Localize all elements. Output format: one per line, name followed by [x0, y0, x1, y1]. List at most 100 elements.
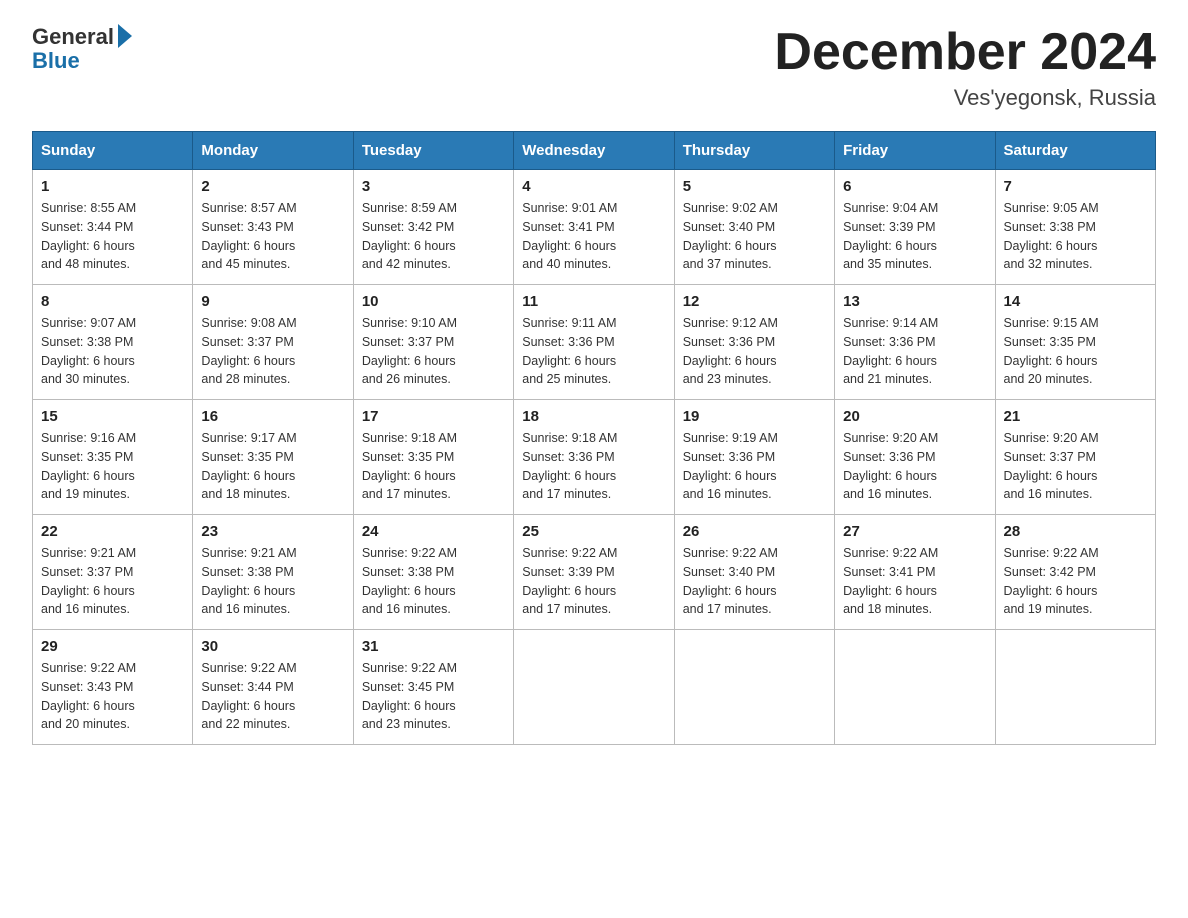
day-info: Sunrise: 9:22 AMSunset: 3:38 PMDaylight:… [362, 544, 505, 619]
day-info: Sunrise: 9:01 AMSunset: 3:41 PMDaylight:… [522, 199, 665, 274]
day-info: Sunrise: 8:55 AMSunset: 3:44 PMDaylight:… [41, 199, 184, 274]
table-row: 1 Sunrise: 8:55 AMSunset: 3:44 PMDayligh… [33, 170, 193, 285]
table-row: 5 Sunrise: 9:02 AMSunset: 3:40 PMDayligh… [674, 170, 834, 285]
calendar-week-row: 15 Sunrise: 9:16 AMSunset: 3:35 PMDaylig… [33, 400, 1156, 515]
table-row: 16 Sunrise: 9:17 AMSunset: 3:35 PMDaylig… [193, 400, 353, 515]
day-number: 9 [201, 293, 344, 310]
day-info: Sunrise: 9:22 AMSunset: 3:40 PMDaylight:… [683, 544, 826, 619]
table-row: 26 Sunrise: 9:22 AMSunset: 3:40 PMDaylig… [674, 515, 834, 630]
day-number: 15 [41, 408, 184, 425]
table-row: 23 Sunrise: 9:21 AMSunset: 3:38 PMDaylig… [193, 515, 353, 630]
table-row: 10 Sunrise: 9:10 AMSunset: 3:37 PMDaylig… [353, 285, 513, 400]
day-info: Sunrise: 9:22 AMSunset: 3:45 PMDaylight:… [362, 659, 505, 734]
col-saturday: Saturday [995, 132, 1155, 170]
table-row: 15 Sunrise: 9:16 AMSunset: 3:35 PMDaylig… [33, 400, 193, 515]
day-info: Sunrise: 9:17 AMSunset: 3:35 PMDaylight:… [201, 429, 344, 504]
day-info: Sunrise: 9:22 AMSunset: 3:39 PMDaylight:… [522, 544, 665, 619]
table-row: 12 Sunrise: 9:12 AMSunset: 3:36 PMDaylig… [674, 285, 834, 400]
day-info: Sunrise: 9:18 AMSunset: 3:36 PMDaylight:… [522, 429, 665, 504]
day-number: 13 [843, 293, 986, 310]
table-row: 2 Sunrise: 8:57 AMSunset: 3:43 PMDayligh… [193, 170, 353, 285]
table-row: 22 Sunrise: 9:21 AMSunset: 3:37 PMDaylig… [33, 515, 193, 630]
day-info: Sunrise: 9:08 AMSunset: 3:37 PMDaylight:… [201, 314, 344, 389]
col-tuesday: Tuesday [353, 132, 513, 170]
col-sunday: Sunday [33, 132, 193, 170]
day-info: Sunrise: 9:04 AMSunset: 3:39 PMDaylight:… [843, 199, 986, 274]
day-number: 18 [522, 408, 665, 425]
table-row [514, 630, 674, 745]
table-row: 17 Sunrise: 9:18 AMSunset: 3:35 PMDaylig… [353, 400, 513, 515]
day-number: 5 [683, 178, 826, 195]
day-number: 28 [1004, 523, 1147, 540]
calendar-week-row: 1 Sunrise: 8:55 AMSunset: 3:44 PMDayligh… [33, 170, 1156, 285]
day-info: Sunrise: 9:07 AMSunset: 3:38 PMDaylight:… [41, 314, 184, 389]
day-info: Sunrise: 9:20 AMSunset: 3:37 PMDaylight:… [1004, 429, 1147, 504]
table-row: 21 Sunrise: 9:20 AMSunset: 3:37 PMDaylig… [995, 400, 1155, 515]
day-info: Sunrise: 9:22 AMSunset: 3:44 PMDaylight:… [201, 659, 344, 734]
table-row: 30 Sunrise: 9:22 AMSunset: 3:44 PMDaylig… [193, 630, 353, 745]
table-row [995, 630, 1155, 745]
table-row: 6 Sunrise: 9:04 AMSunset: 3:39 PMDayligh… [835, 170, 995, 285]
logo: General Blue [32, 24, 132, 74]
logo-arrow-icon [118, 24, 132, 48]
table-row: 24 Sunrise: 9:22 AMSunset: 3:38 PMDaylig… [353, 515, 513, 630]
day-number: 23 [201, 523, 344, 540]
calendar-table: Sunday Monday Tuesday Wednesday Thursday… [32, 131, 1156, 745]
table-row: 20 Sunrise: 9:20 AMSunset: 3:36 PMDaylig… [835, 400, 995, 515]
page-header: General Blue December 2024 Ves'yegonsk, … [32, 24, 1156, 111]
table-row [835, 630, 995, 745]
col-friday: Friday [835, 132, 995, 170]
day-number: 6 [843, 178, 986, 195]
day-number: 27 [843, 523, 986, 540]
day-info: Sunrise: 9:16 AMSunset: 3:35 PMDaylight:… [41, 429, 184, 504]
day-number: 29 [41, 638, 184, 655]
day-info: Sunrise: 9:19 AMSunset: 3:36 PMDaylight:… [683, 429, 826, 504]
day-number: 4 [522, 178, 665, 195]
day-number: 21 [1004, 408, 1147, 425]
calendar-header-row: Sunday Monday Tuesday Wednesday Thursday… [33, 132, 1156, 170]
table-row: 14 Sunrise: 9:15 AMSunset: 3:35 PMDaylig… [995, 285, 1155, 400]
col-thursday: Thursday [674, 132, 834, 170]
calendar-week-row: 8 Sunrise: 9:07 AMSunset: 3:38 PMDayligh… [33, 285, 1156, 400]
table-row: 4 Sunrise: 9:01 AMSunset: 3:41 PMDayligh… [514, 170, 674, 285]
table-row: 18 Sunrise: 9:18 AMSunset: 3:36 PMDaylig… [514, 400, 674, 515]
day-number: 26 [683, 523, 826, 540]
day-info: Sunrise: 9:10 AMSunset: 3:37 PMDaylight:… [362, 314, 505, 389]
day-info: Sunrise: 9:22 AMSunset: 3:41 PMDaylight:… [843, 544, 986, 619]
day-number: 19 [683, 408, 826, 425]
day-number: 14 [1004, 293, 1147, 310]
logo-blue-text: Blue [32, 48, 80, 74]
table-row: 29 Sunrise: 9:22 AMSunset: 3:43 PMDaylig… [33, 630, 193, 745]
day-number: 30 [201, 638, 344, 655]
day-number: 17 [362, 408, 505, 425]
table-row: 31 Sunrise: 9:22 AMSunset: 3:45 PMDaylig… [353, 630, 513, 745]
day-info: Sunrise: 9:15 AMSunset: 3:35 PMDaylight:… [1004, 314, 1147, 389]
table-row: 8 Sunrise: 9:07 AMSunset: 3:38 PMDayligh… [33, 285, 193, 400]
day-info: Sunrise: 9:02 AMSunset: 3:40 PMDaylight:… [683, 199, 826, 274]
day-number: 10 [362, 293, 505, 310]
day-number: 3 [362, 178, 505, 195]
table-row: 27 Sunrise: 9:22 AMSunset: 3:41 PMDaylig… [835, 515, 995, 630]
title-section: December 2024 Ves'yegonsk, Russia [774, 24, 1156, 111]
day-number: 12 [683, 293, 826, 310]
day-info: Sunrise: 9:11 AMSunset: 3:36 PMDaylight:… [522, 314, 665, 389]
day-info: Sunrise: 9:12 AMSunset: 3:36 PMDaylight:… [683, 314, 826, 389]
day-info: Sunrise: 9:20 AMSunset: 3:36 PMDaylight:… [843, 429, 986, 504]
calendar-week-row: 29 Sunrise: 9:22 AMSunset: 3:43 PMDaylig… [33, 630, 1156, 745]
day-info: Sunrise: 9:21 AMSunset: 3:37 PMDaylight:… [41, 544, 184, 619]
day-number: 1 [41, 178, 184, 195]
day-info: Sunrise: 8:59 AMSunset: 3:42 PMDaylight:… [362, 199, 505, 274]
day-info: Sunrise: 9:18 AMSunset: 3:35 PMDaylight:… [362, 429, 505, 504]
day-number: 22 [41, 523, 184, 540]
table-row: 19 Sunrise: 9:19 AMSunset: 3:36 PMDaylig… [674, 400, 834, 515]
table-row: 7 Sunrise: 9:05 AMSunset: 3:38 PMDayligh… [995, 170, 1155, 285]
day-info: Sunrise: 9:14 AMSunset: 3:36 PMDaylight:… [843, 314, 986, 389]
day-number: 8 [41, 293, 184, 310]
table-row: 3 Sunrise: 8:59 AMSunset: 3:42 PMDayligh… [353, 170, 513, 285]
day-number: 7 [1004, 178, 1147, 195]
day-info: Sunrise: 9:05 AMSunset: 3:38 PMDaylight:… [1004, 199, 1147, 274]
table-row: 9 Sunrise: 9:08 AMSunset: 3:37 PMDayligh… [193, 285, 353, 400]
day-number: 16 [201, 408, 344, 425]
day-info: Sunrise: 9:22 AMSunset: 3:43 PMDaylight:… [41, 659, 184, 734]
calendar-week-row: 22 Sunrise: 9:21 AMSunset: 3:37 PMDaylig… [33, 515, 1156, 630]
